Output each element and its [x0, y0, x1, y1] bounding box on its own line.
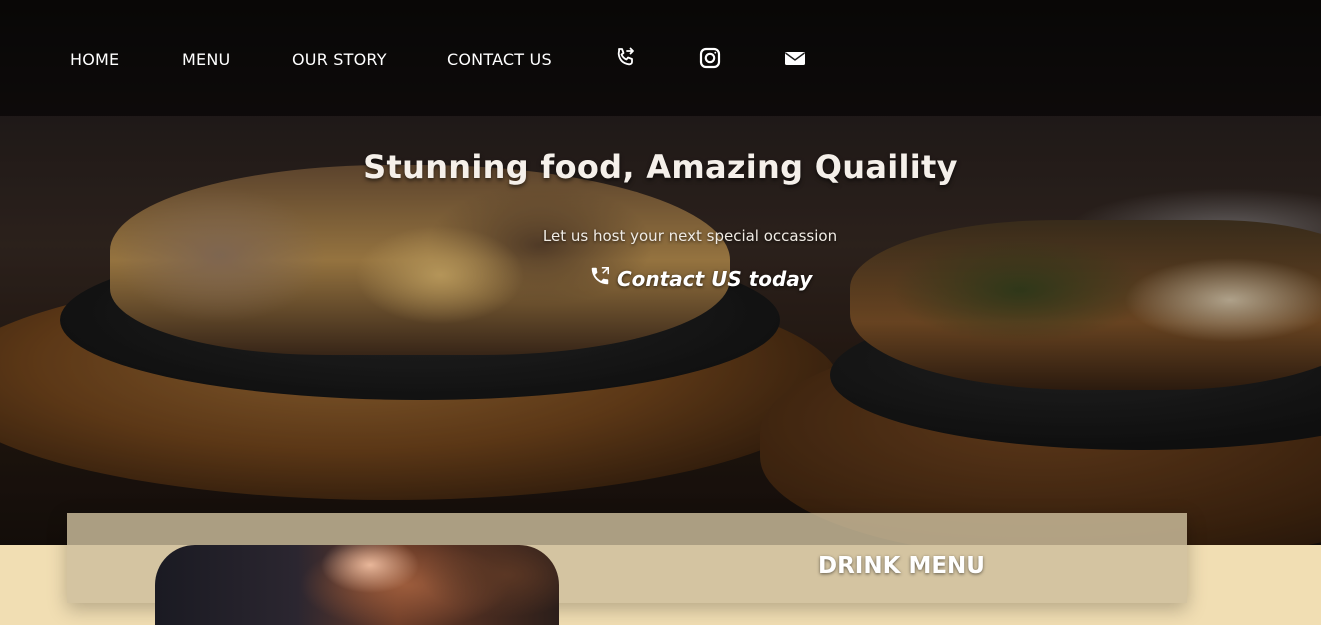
nav-contact-us-link[interactable]: CONTACT US [447, 50, 552, 69]
contact-cta-label: Contact US today [617, 266, 813, 291]
mail-icon[interactable] [783, 46, 807, 70]
nav-home-link[interactable]: HOME [70, 50, 119, 69]
contact-cta-link[interactable]: Contact US today [589, 265, 812, 292]
hero-subline: Let us host your next special occassion [542, 227, 838, 245]
phone-forward-icon[interactable] [613, 46, 637, 70]
nav-menu-link[interactable]: MENU [182, 50, 230, 69]
nav-our-story-link[interactable]: OUR STORY [292, 50, 387, 69]
smiling-woman-photo [155, 545, 559, 625]
phone-icon [589, 265, 611, 292]
hero-headline: Stunning food, Amazing Quaility [363, 148, 958, 186]
drink-menu-title: DRINK MENU [818, 553, 985, 579]
instagram-icon[interactable] [698, 46, 722, 70]
top-navigation: HOME MENU OUR STORY CONTACT US [0, 0, 1321, 116]
